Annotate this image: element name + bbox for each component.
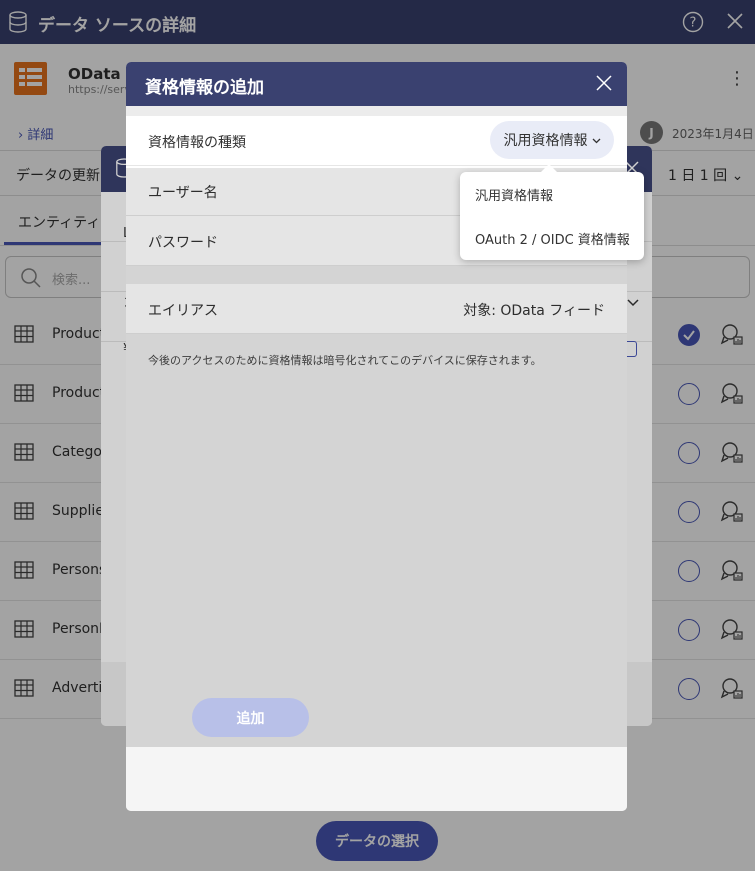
chevron-down-icon <box>592 132 601 148</box>
dialog-header: 資格情報の追加 <box>126 62 627 106</box>
menu-item-oauth-credentials[interactable]: OAuth 2 / OIDC 資格情報 <box>475 229 630 248</box>
add-button[interactable]: 追加 <box>192 698 309 737</box>
credential-type-menu: 汎用資格情報 OAuth 2 / OIDC 資格情報 <box>460 164 644 260</box>
close-icon[interactable] <box>596 75 612 95</box>
credential-type-dropdown[interactable]: 汎用資格情報 <box>490 121 614 159</box>
menu-item-generic-credentials[interactable]: 汎用資格情報 <box>475 185 553 204</box>
dialog-title: 資格情報の追加 <box>145 78 264 98</box>
credential-type-label: 資格情報の種類 <box>148 135 246 151</box>
credential-type-value: 汎用資格情報 <box>503 133 588 149</box>
dialog-footer <box>126 747 627 811</box>
dropdown-tip <box>540 164 558 173</box>
